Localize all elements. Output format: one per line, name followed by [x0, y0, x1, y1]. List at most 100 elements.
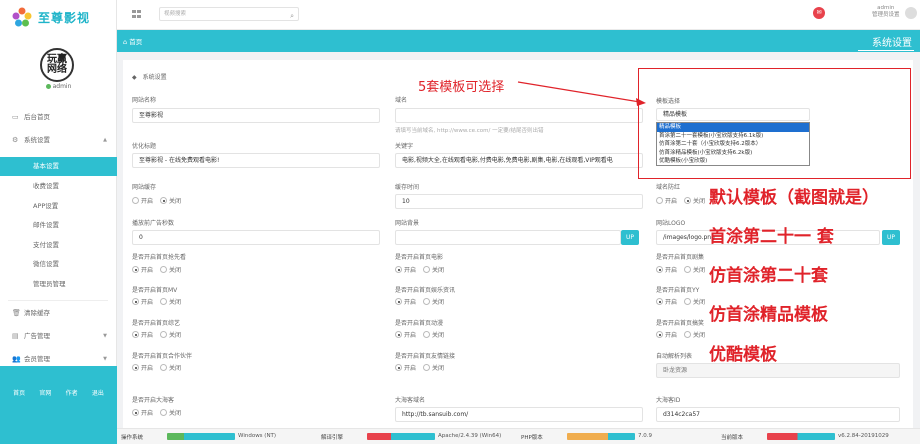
toggle-radio-group: 开启 关闭	[132, 297, 181, 306]
radio-off[interactable]	[423, 266, 431, 273]
radio-label: 开启	[665, 198, 678, 205]
radio-on[interactable]	[132, 409, 139, 416]
cache-radio-off[interactable]	[160, 197, 168, 204]
tab-system-settings[interactable]: 系统设置	[872, 34, 912, 49]
ad-seconds-input[interactable]: 0	[132, 230, 380, 245]
sidebar-sub-app[interactable]: APP设置	[0, 197, 117, 216]
radio-label: 开启	[141, 365, 154, 372]
chevron-up-icon: ▲	[103, 137, 107, 143]
radio-off[interactable]	[160, 331, 168, 338]
radio-off[interactable]	[423, 298, 431, 305]
radio-off[interactable]	[160, 409, 168, 416]
sidebar-item-ads[interactable]: ▤ 广告管理 ▼	[0, 327, 117, 345]
radio-off[interactable]	[684, 331, 692, 338]
keywords-input[interactable]: 电影,视频大全,在线观看电影,付费电影,免费电影,剧集,电影,在线观看,VIP观…	[395, 153, 643, 168]
sidebar-item-label: 清除缓存	[24, 309, 50, 317]
radio-off[interactable]	[423, 331, 431, 338]
panel-title-text: 系统设置	[142, 74, 167, 81]
grid-menu-icon[interactable]	[132, 10, 141, 18]
sidebar-sub-email[interactable]: 邮件设置	[0, 216, 117, 235]
toggle-radio-group: 开启 关闭	[132, 363, 181, 372]
avatar: 玩赢 网络	[40, 48, 74, 82]
radio-on[interactable]	[132, 266, 139, 273]
dht-id-input[interactable]: d314c2ca57	[656, 407, 900, 422]
radio-on[interactable]	[656, 331, 663, 338]
cache-label: 网站缓存	[132, 184, 157, 191]
sidebar-sub-basic[interactable]: 基本设置	[0, 157, 117, 176]
footer-links: 首页 官网 作者 退出	[0, 388, 117, 397]
toggle-radio-group: 开启 关闭	[395, 363, 444, 372]
seo-title-label: 优化标题	[132, 143, 157, 150]
seo-title-input[interactable]: 至尊影视 - 在线免费观看电影!	[132, 153, 380, 168]
toggle-label: 是否开启首页娱乐资讯	[395, 287, 456, 294]
admin-info[interactable]: admin 管理员设置	[872, 5, 900, 19]
radio-off[interactable]	[160, 266, 168, 273]
radio-on[interactable]	[395, 298, 402, 305]
toggle-label: 是否开启首页动漫	[395, 320, 444, 327]
site-logo-upload-button[interactable]: UP	[882, 230, 900, 245]
radio-off[interactable]	[684, 266, 692, 273]
trash-icon: 🗑	[12, 309, 21, 317]
logo-text: 至尊影视	[38, 10, 91, 25]
anti-red-radio-off[interactable]	[684, 197, 692, 204]
status-bar: 操作系统 Windows (NT) 解译引擎 Apache/2.4.39 (Wi…	[117, 428, 920, 444]
radio-off[interactable]	[423, 364, 431, 371]
radio-on[interactable]	[132, 331, 139, 338]
mail-icon[interactable]: ✉	[813, 7, 825, 19]
radio-on[interactable]	[395, 364, 402, 371]
tag-icon: ◆	[132, 74, 137, 81]
footer-link-official[interactable]: 官网	[39, 388, 51, 397]
sidebar-sub-wechat[interactable]: 微信设置	[0, 255, 117, 274]
toggle-label: 是否开启首页抢先看	[132, 254, 187, 261]
toggle-label: 是否开启首页MV	[132, 287, 178, 294]
footer-link-author[interactable]: 作者	[66, 388, 78, 397]
auto-parse-input[interactable]: 卧龙资源	[656, 363, 900, 378]
dht-domain-input[interactable]: http://tb.sansuib.com/	[395, 407, 643, 422]
search-input[interactable]: 视频搜索 ⌕	[159, 7, 299, 21]
settings-icon: ⚙	[12, 136, 19, 144]
cache-radio-on[interactable]	[132, 197, 139, 204]
sidebar-sub-payment[interactable]: 支付设置	[0, 236, 117, 255]
sidebar-sub-label: 微信设置	[33, 260, 59, 268]
radio-label: 开启	[404, 332, 417, 339]
radio-label: 关闭	[169, 198, 182, 205]
radio-on[interactable]	[132, 298, 139, 305]
domain-input[interactable]	[395, 108, 643, 123]
logo[interactable]: 至尊影视	[12, 6, 90, 28]
site-name-input[interactable]: 至尊影视	[132, 108, 380, 123]
tab-home[interactable]: ⌂ 首页	[123, 36, 142, 46]
radio-off[interactable]	[160, 298, 168, 305]
footer-link-home[interactable]: 首页	[13, 388, 25, 397]
radio-on[interactable]	[132, 364, 139, 371]
search-icon[interactable]: ⌕	[290, 10, 294, 22]
sidebar-sub-charge[interactable]: 收费设置	[0, 177, 117, 196]
radio-off[interactable]	[160, 364, 168, 371]
sidebar-item-label: 广告管理	[24, 332, 50, 340]
radio-on[interactable]	[395, 266, 402, 273]
toggle-radio-group: 开启 关闭	[132, 330, 181, 339]
radio-off[interactable]	[684, 298, 692, 305]
footer-link-logout[interactable]: 退出	[92, 388, 104, 397]
sidebar-item-label: 后台首页	[24, 113, 50, 121]
sidebar-sub-label: 邮件设置	[33, 221, 59, 229]
cache-time-input[interactable]: 10	[395, 194, 643, 209]
sidebar-item-clear-cache[interactable]: 🗑 清除缓存	[0, 304, 117, 322]
toggle-label: 是否开启首页搞笑	[656, 320, 705, 327]
search-placeholder: 视频搜索	[164, 11, 187, 17]
sidebar: 至尊影视 玩赢 网络 admin ▭ 后台首页 ⚙ 系统设置 ▲ 基本设置 收费设置…	[0, 0, 117, 444]
anti-red-radio-on[interactable]	[656, 197, 663, 204]
radio-on[interactable]	[656, 298, 663, 305]
background-input[interactable]	[395, 230, 621, 245]
toggle-radio-group: 开启 关闭	[656, 265, 705, 274]
radio-label: 关闭	[432, 299, 445, 306]
sidebar-sub-admin[interactable]: 管理员管理	[0, 275, 117, 294]
radio-label: 开启	[141, 267, 154, 274]
admin-avatar[interactable]	[905, 7, 917, 19]
sidebar-item-home[interactable]: ▭ 后台首页	[0, 108, 117, 126]
sidebar-item-system-settings[interactable]: ⚙ 系统设置 ▲	[0, 131, 117, 149]
radio-on[interactable]	[395, 331, 402, 338]
dht-id-label: 大海客ID	[656, 397, 681, 404]
radio-on[interactable]	[656, 266, 663, 273]
anti-red-label: 域名防红	[656, 184, 681, 191]
background-upload-button[interactable]: UP	[621, 230, 639, 245]
